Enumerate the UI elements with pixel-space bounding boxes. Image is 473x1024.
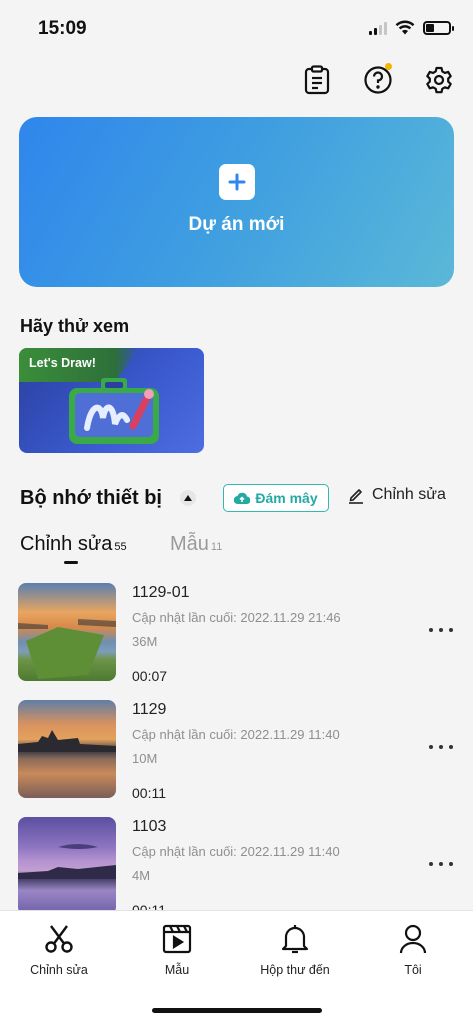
new-project-label: Dự án mới [188,214,285,235]
tab-label: Mẫu [170,533,209,555]
notification-dot [385,63,392,70]
project-duration: 00:11 [132,902,166,910]
nav-label: Mẫu [164,963,190,977]
drawing-tablet-illustration [69,378,159,444]
edit-button-label: Chỉnh sửa [372,486,446,503]
wifi-icon [395,20,415,35]
cloud-button-label: Đám mây [255,490,318,506]
plus-icon [218,164,255,200]
battery-icon [423,20,454,35]
project-item[interactable]: 1129-01 Cập nhật lần cuối: 2022.11.29 21… [0,580,473,690]
project-duration: 00:11 [132,785,166,801]
tab-count: 55 [114,541,127,553]
tab-active-indicator [64,561,78,564]
collapse-toggle-icon[interactable] [180,490,196,506]
nav-item-edit[interactable]: Chỉnh sửa [4,923,114,977]
device-storage-title: Bộ nhớ thiết bị [20,487,162,509]
project-size: 36M [132,634,158,649]
tab-templates[interactable]: Mẫu 11 [170,533,222,556]
project-thumbnail [18,583,116,681]
scissors-icon [45,925,73,953]
home-indicator [152,1008,322,1013]
project-title: 1129-01 [132,584,190,601]
project-updated: Cập nhật lần cuối: 2022.11.29 21:46 [132,610,341,625]
template-icon [162,924,192,954]
project-thumbnail [18,817,116,910]
pencil-icon [349,489,363,504]
nav-item-profile[interactable]: Tôi [358,923,468,977]
bell-icon [281,925,309,954]
more-options-icon[interactable] [429,737,453,757]
project-updated: Cập nhật lần cuối: 2022.11.29 11:40 [132,844,340,859]
bottom-nav: Chỉnh sửa Mẫu Hộp thư đến Tôi [0,910,473,1024]
cloud-button[interactable]: Đám mây [223,484,329,512]
nav-label: Hộp thư đến [260,963,330,977]
status-icons [369,20,454,35]
project-tabs: Chỉnh sửa 55 Mẫu 11 [20,533,420,573]
device-storage-header: Bộ nhớ thiết bị Đám mây Chỉnh sửa [20,484,460,514]
more-options-icon[interactable] [429,620,453,640]
project-item[interactable]: 1103 Cập nhật lần cuối: 2022.11.29 11:40… [0,814,473,910]
new-project-button[interactable]: Dự án mới [19,117,454,287]
project-size: 10M [132,751,158,766]
project-title: 1103 [132,818,167,835]
project-title: 1129 [132,701,167,718]
tab-edit[interactable]: Chỉnh sửa 55 [20,533,127,556]
project-duration: 00:07 [132,668,168,684]
project-item[interactable]: 1129 Cập nhật lần cuối: 2022.11.29 11:40… [0,697,473,807]
signal-icon [369,21,387,35]
project-size: 4M [132,868,151,883]
settings-icon[interactable] [421,62,457,98]
try-card-lets-draw[interactable]: Let's Draw! [19,348,204,453]
clipboard-icon[interactable] [299,62,335,98]
project-list: 1129-01 Cập nhật lần cuối: 2022.11.29 21… [0,580,473,910]
nav-label: Chỉnh sửa [30,963,88,977]
nav-label: Tôi [404,963,422,977]
nav-item-inbox[interactable]: Hộp thư đến [240,923,350,977]
tab-count: 11 [210,541,223,553]
project-updated: Cập nhật lần cuối: 2022.11.29 11:40 [132,727,340,742]
help-icon[interactable] [360,62,396,98]
profile-icon [399,924,427,954]
top-toolbar [299,62,457,98]
nav-item-templates[interactable]: Mẫu [122,923,232,977]
cloud-upload-icon [234,492,251,504]
project-thumbnail [18,700,116,798]
try-section-title: Hãy thử xem [20,316,130,336]
status-time: 15:09 [38,18,87,39]
edit-button[interactable]: Chỉnh sửa [348,486,446,504]
tab-label: Chỉnh sửa [20,533,113,555]
status-bar: 15:09 [0,0,473,56]
more-options-icon[interactable] [429,854,453,874]
